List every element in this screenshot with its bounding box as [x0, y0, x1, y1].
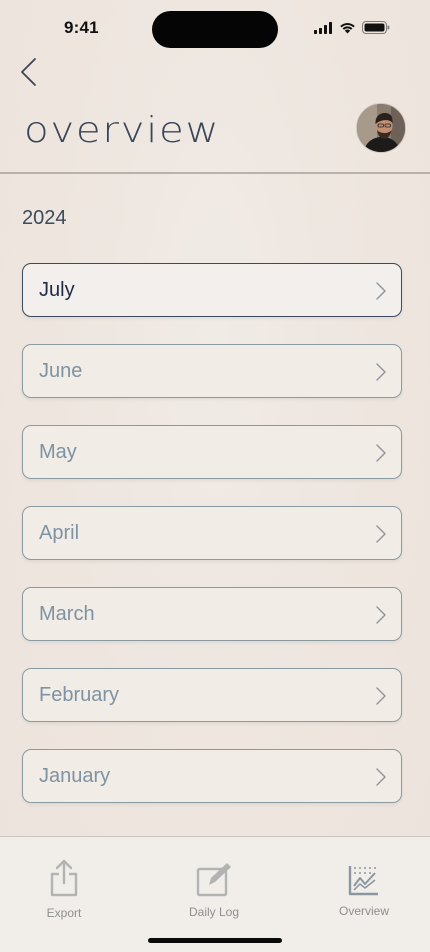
dynamic-island [152, 11, 278, 48]
month-item-january[interactable]: January [22, 749, 402, 803]
month-label: April [39, 521, 80, 544]
month-label: May [39, 440, 77, 463]
avatar[interactable] [356, 103, 406, 153]
tab-daily-log[interactable]: Daily Log [159, 837, 269, 927]
month-label: January [39, 764, 111, 787]
month-list: July June May April March February Janua… [22, 263, 402, 830]
month-item-june[interactable]: June [22, 344, 402, 398]
chevron-right-icon [376, 606, 386, 624]
month-item-july[interactable]: July [22, 263, 402, 317]
tab-overview[interactable]: Overview [309, 837, 419, 927]
chevron-right-icon [376, 687, 386, 705]
tab-export[interactable]: Export [9, 837, 119, 927]
month-label: March [39, 602, 95, 625]
cellular-signal-icon [314, 21, 332, 34]
header-divider [0, 172, 430, 174]
chevron-right-icon [376, 444, 386, 462]
month-label: June [39, 359, 83, 382]
month-item-march[interactable]: March [22, 587, 402, 641]
month-item-april[interactable]: April [22, 506, 402, 560]
back-button[interactable] [18, 56, 42, 88]
wifi-icon [340, 22, 355, 33]
month-label: February [39, 683, 120, 706]
status-time: 9:41 [64, 18, 99, 37]
chevron-left-icon [21, 58, 36, 86]
tab-label-overview: Overview [338, 904, 389, 918]
tab-label-daily-log: Daily Log [188, 905, 240, 919]
home-indicator [148, 938, 282, 943]
edit-note-icon [196, 863, 231, 897]
chart-icon [348, 866, 378, 896]
chevron-right-icon [376, 282, 386, 300]
status-bar: 9:41 [0, 0, 430, 58]
month-item-may[interactable]: May [22, 425, 402, 479]
chevron-right-icon [376, 363, 386, 381]
tab-bar: Export Daily Log Overview [0, 836, 430, 952]
year-heading: 2024 [22, 207, 67, 229]
month-item-february[interactable]: February [22, 668, 402, 722]
tab-label-export: Export [46, 906, 82, 920]
chevron-right-icon [376, 525, 386, 543]
user-photo-icon [357, 104, 405, 152]
share-icon [50, 859, 78, 897]
status-icons [314, 21, 390, 34]
month-label: July [39, 278, 75, 301]
page-title: overview [24, 110, 221, 151]
battery-icon [362, 21, 390, 34]
chevron-right-icon [376, 768, 386, 786]
